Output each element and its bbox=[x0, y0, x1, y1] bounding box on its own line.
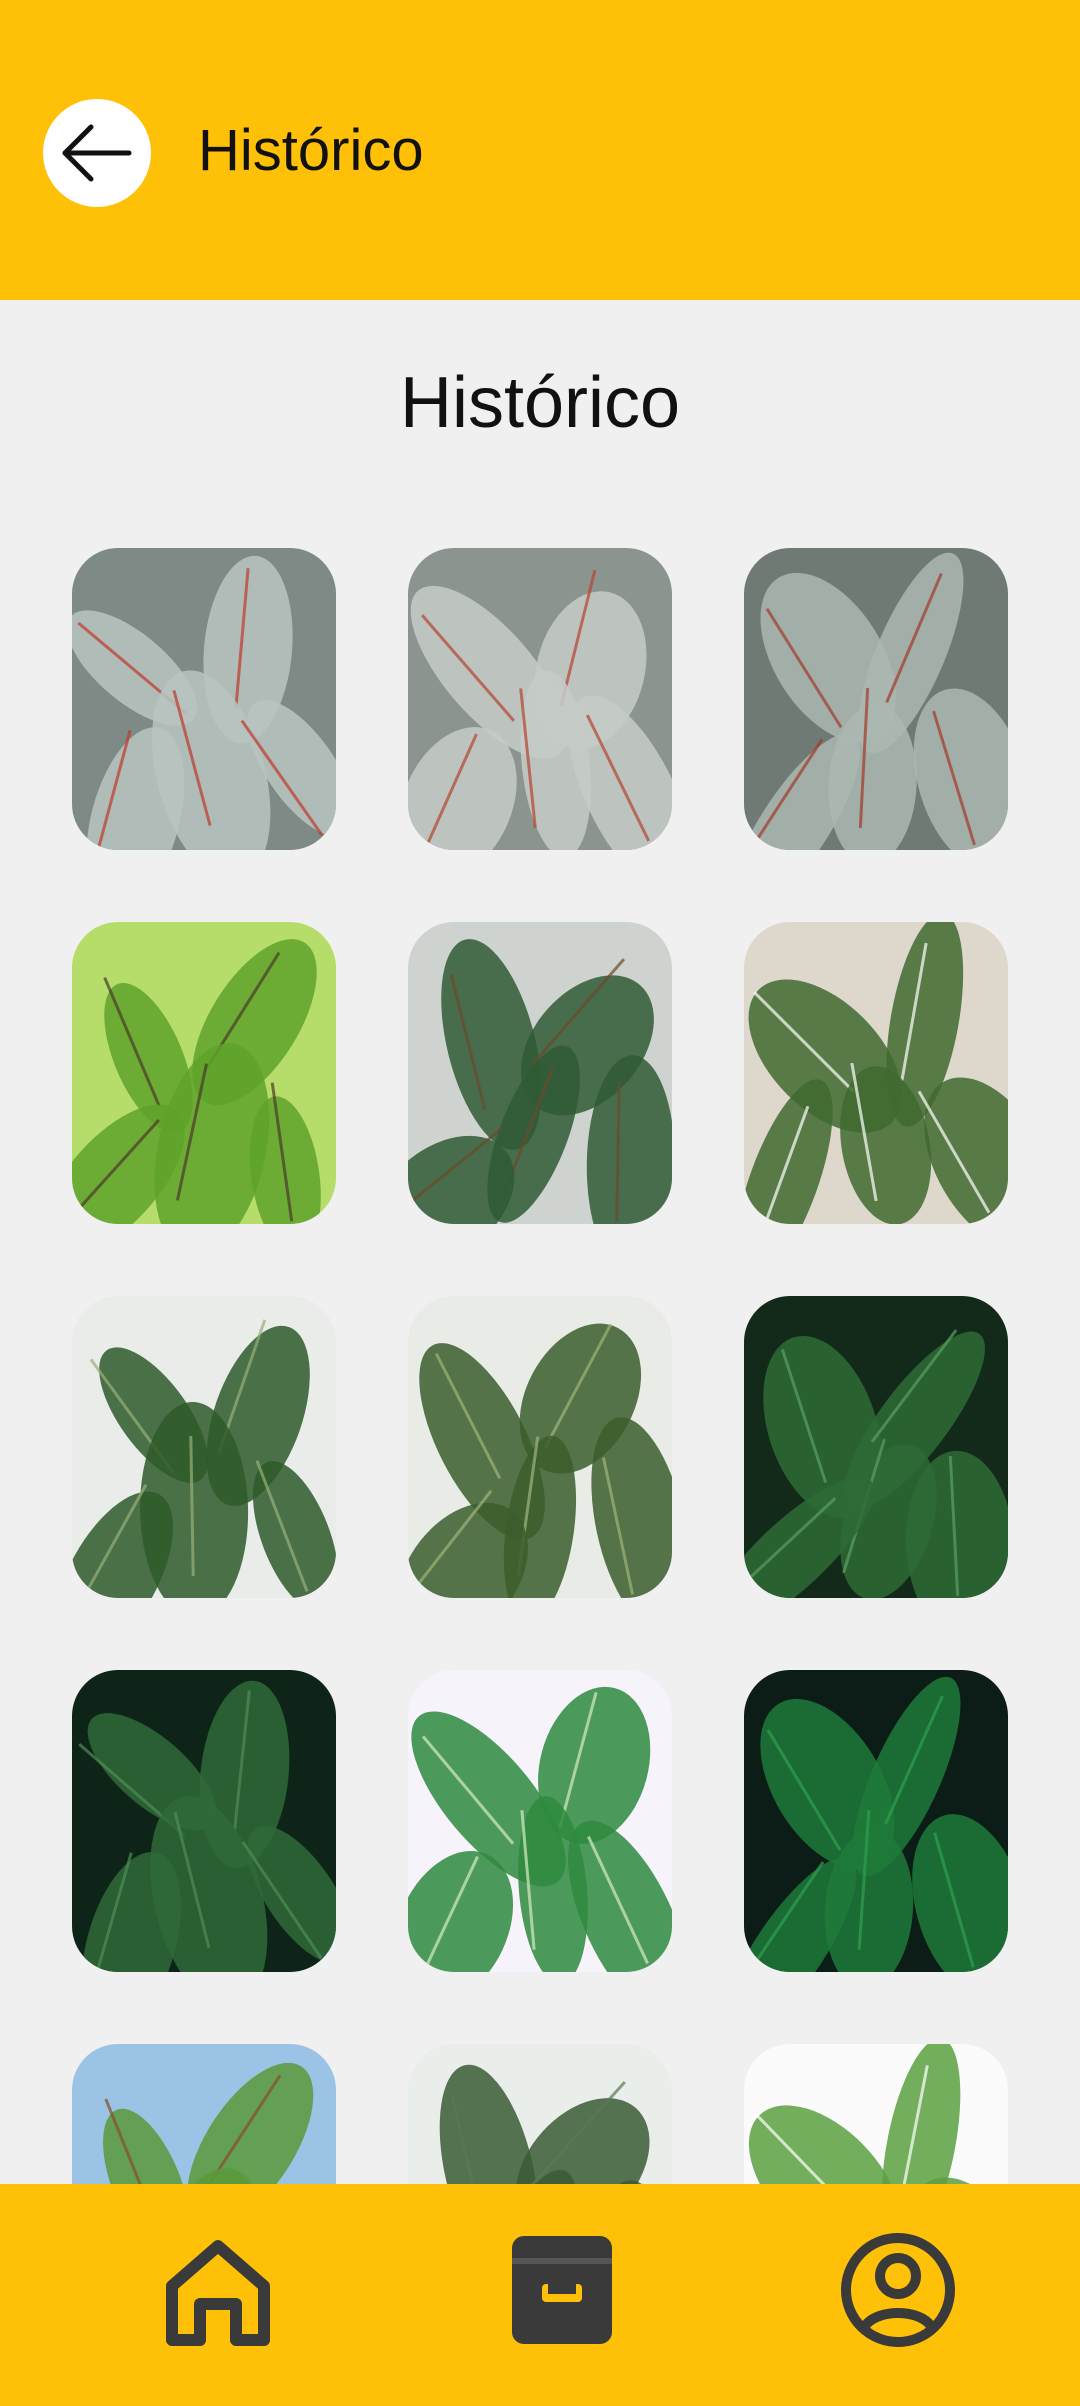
plant-photo bbox=[72, 1670, 336, 1972]
history-item-thumbnail[interactable] bbox=[408, 922, 672, 1224]
plant-photo bbox=[408, 1670, 672, 1972]
plant-photo bbox=[744, 922, 1008, 1224]
history-item-thumbnail[interactable] bbox=[744, 1670, 1008, 1972]
nav-profile-button[interactable] bbox=[828, 2220, 968, 2360]
home-icon bbox=[166, 2240, 270, 2346]
plant-photo bbox=[408, 548, 672, 850]
history-item-thumbnail[interactable] bbox=[744, 1296, 1008, 1598]
nav-home-button[interactable] bbox=[148, 2220, 288, 2360]
app-bar-title: Histórico bbox=[198, 118, 424, 183]
history-item-thumbnail[interactable] bbox=[72, 548, 336, 850]
history-grid bbox=[72, 548, 1008, 2346]
page-title: Histórico bbox=[399, 363, 681, 443]
history-item-thumbnail[interactable] bbox=[408, 548, 672, 850]
history-item-thumbnail[interactable] bbox=[408, 1670, 672, 1972]
user-circle-icon bbox=[841, 2233, 955, 2347]
plant-photo bbox=[744, 1296, 1008, 1598]
history-item-thumbnail[interactable] bbox=[744, 548, 1008, 850]
plant-photo bbox=[744, 548, 1008, 850]
history-item-thumbnail[interactable] bbox=[72, 1670, 336, 1972]
plant-photo bbox=[744, 1670, 1008, 1972]
history-item-thumbnail[interactable] bbox=[72, 1296, 336, 1598]
nav-history-button[interactable] bbox=[492, 2220, 632, 2360]
bottom-navigation bbox=[0, 2184, 1080, 2406]
arrow-left-icon bbox=[62, 124, 132, 182]
app-bar: Histórico bbox=[0, 0, 1080, 300]
plant-photo bbox=[408, 922, 672, 1224]
history-item-thumbnail[interactable] bbox=[72, 922, 336, 1224]
history-item-thumbnail[interactable] bbox=[744, 922, 1008, 1224]
plant-photo bbox=[72, 922, 336, 1224]
plant-photo bbox=[408, 1296, 672, 1598]
plant-photo bbox=[72, 548, 336, 850]
history-item-thumbnail[interactable] bbox=[408, 1296, 672, 1598]
back-button[interactable] bbox=[43, 99, 151, 207]
plant-photo bbox=[72, 1296, 336, 1598]
archive-box-icon bbox=[512, 2236, 612, 2344]
